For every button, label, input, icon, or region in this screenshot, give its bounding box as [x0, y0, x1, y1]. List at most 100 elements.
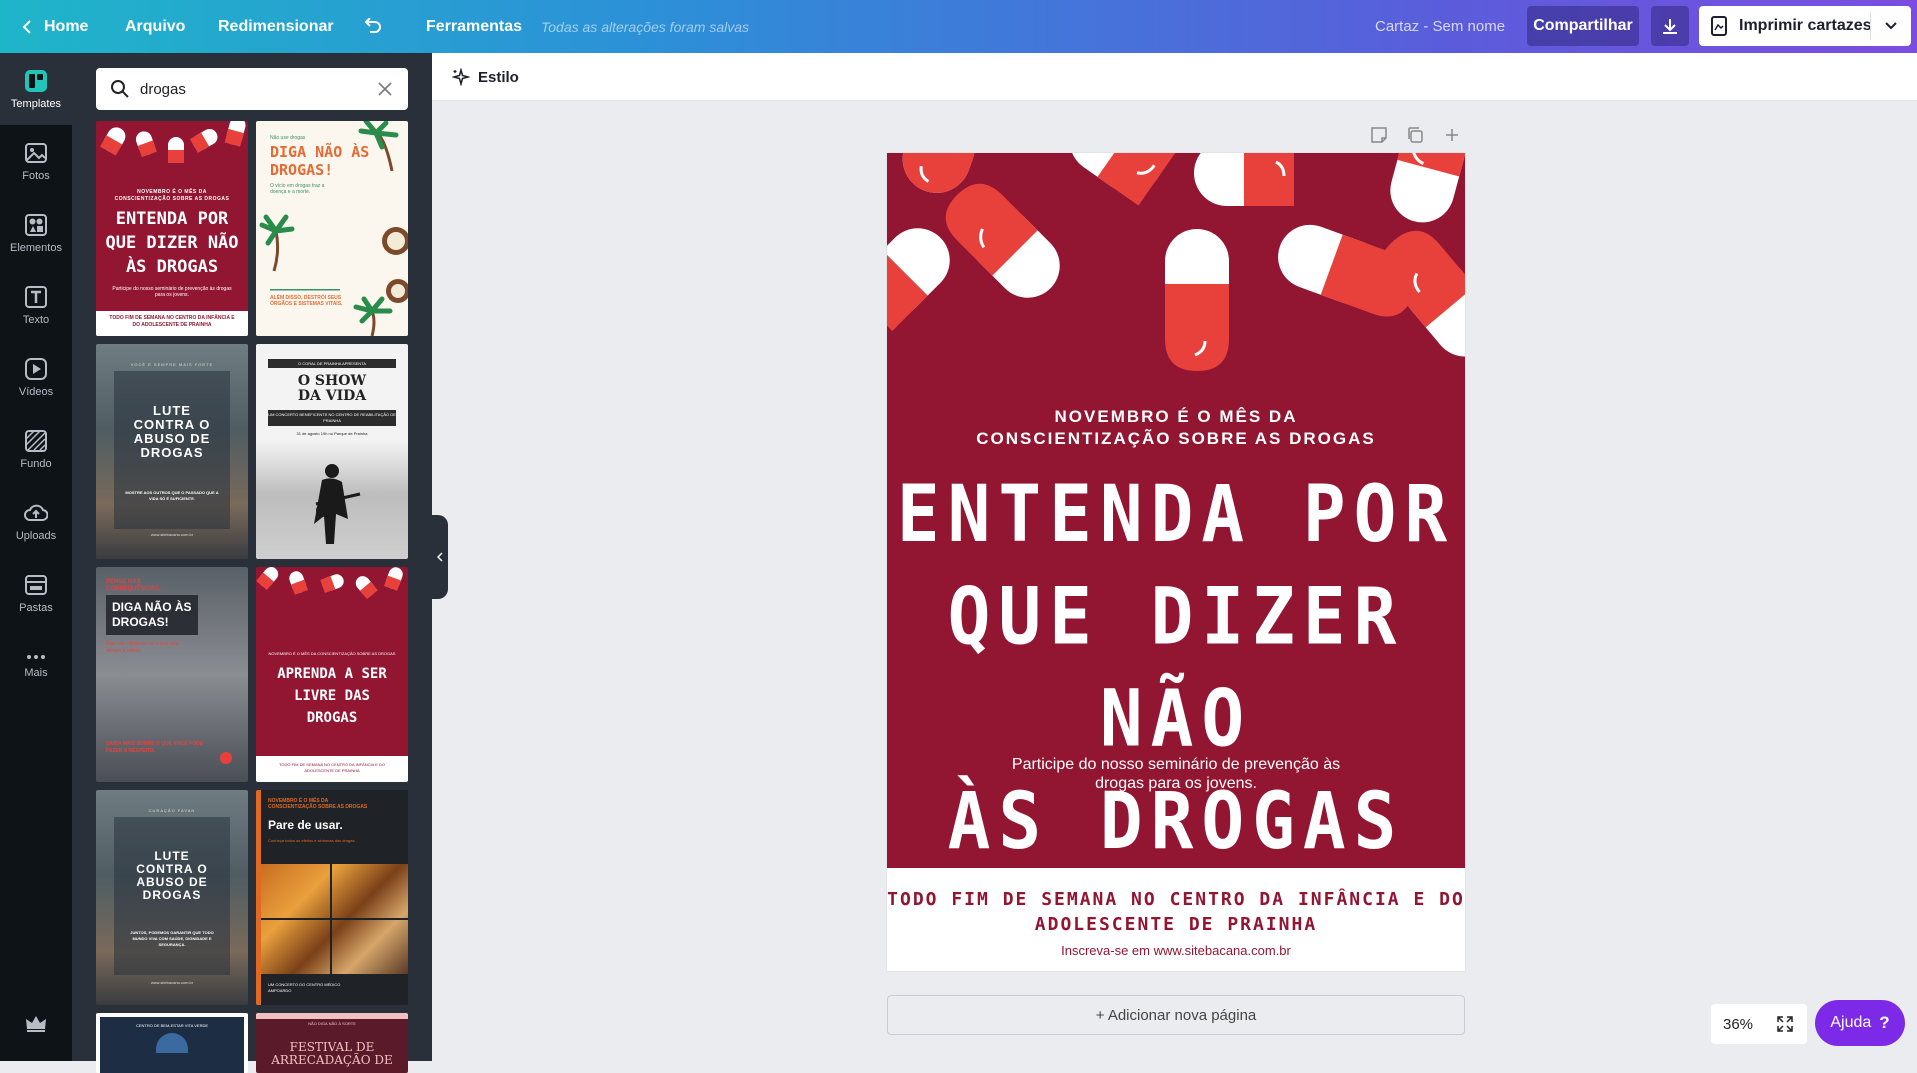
poster-title-line: QUE DIZER NÃO: [947, 570, 1405, 765]
template-thumb[interactable]: PENSE NAS CONSEQUÊNCIAS. DIGA NÃO ÀS DROGA…: [96, 567, 248, 782]
undo-button[interactable]: [362, 0, 382, 53]
style-label: Estilo: [478, 68, 519, 86]
template-thumb[interactable]: Não use drogas DIGA NÃO ÀS DROGAS! O víci…: [256, 121, 408, 336]
chevron-left-icon: [437, 552, 443, 562]
clear-search-icon[interactable]: [378, 82, 392, 96]
background-icon: [25, 429, 47, 452]
search-icon: [111, 80, 129, 98]
thumb-footer: www.sitebacana.com.br: [150, 980, 194, 985]
rail-photos[interactable]: Fotos: [0, 125, 72, 197]
crown-icon: [26, 1016, 46, 1032]
rail-label: Pastas: [19, 601, 53, 614]
template-thumb[interactable]: NOVEMBRO É O MÊS DA CONSCIENTIZAÇÃO SOBRE…: [256, 790, 408, 1005]
add-page-button[interactable]: + Adicionar nova página: [887, 995, 1465, 1035]
rail-folders[interactable]: Pastas: [0, 557, 72, 629]
add-icon[interactable]: [1444, 127, 1460, 143]
thumb-subtitle: NOVEMBRO É O MÊS DA CONSCIENTIZAÇÃO SOBRE…: [114, 189, 230, 202]
thumb-title: LUTE CONTRA O ABUSO DE DROGAS: [136, 849, 208, 902]
poster-top-section: NOVEMBRO É O MÊS DA CONSCIENTIZAÇÃO SOBR…: [887, 153, 1465, 868]
thumb-footer: TODO FIM DE SEMANA NO CENTRO DA INFÂNCIA…: [279, 762, 385, 773]
more-icon: [27, 654, 45, 659]
poster-subtitle[interactable]: NOVEMBRO É O MÊS DA CONSCIENTIZAÇÃO SOBR…: [887, 406, 1465, 450]
rail-label: Fundo: [20, 457, 52, 470]
side-rail: Templates Fotos Elementos Texto Vídeos F…: [0, 53, 72, 1061]
template-thumb[interactable]: NÃO DIGA NÃO À SORTE FESTIVAL DE ARRECADA…: [256, 1013, 408, 1073]
premium-crown[interactable]: [24, 1014, 48, 1039]
note-icon[interactable]: [1370, 126, 1388, 144]
document-title[interactable]: Cartaz - Sem nome: [1375, 0, 1505, 53]
template-thumb[interactable]: CURAÇÃO FAVAN LUTE CONTRA O ABUSO DE DROGAS…: [96, 790, 248, 1005]
print-divider: [1870, 12, 1871, 40]
template-thumb[interactable]: O CORAL DE PRAINHA APRESENTA O SHOW DA VI…: [256, 344, 408, 559]
editor-toolbar: Estilo: [432, 53, 1917, 101]
thumb-title: APRENDA A SER LIVRE DAS DROGAS: [277, 666, 387, 726]
thumb-subtitle: NÃO DIGA NÃO À SORTE: [308, 1021, 356, 1026]
pills-decoration: [256, 567, 403, 600]
download-button[interactable]: [1651, 6, 1689, 46]
thumb-accent-bar: [256, 980, 261, 1005]
poster-subtitle-line: CONSCIENTIZAÇÃO SOBRE AS DROGAS: [976, 429, 1376, 448]
poster-description-line: Participe do nosso seminário de prevençã…: [1011, 756, 1341, 773]
search-input[interactable]: drogas: [140, 81, 186, 98]
template-thumb[interactable]: CENTRO DE BEM-ESTAR VITA VERDE: [96, 1013, 248, 1073]
text-icon: [25, 285, 47, 308]
rail-label: Vídeos: [18, 385, 54, 398]
templates-icon: [25, 69, 47, 92]
duplicate-page-icon[interactable]: [1406, 126, 1424, 144]
rail-uploads[interactable]: Uploads: [0, 485, 72, 557]
rail-more[interactable]: Mais: [0, 629, 72, 701]
page-tools: [1366, 124, 1466, 146]
home-button[interactable]: Home: [22, 0, 88, 53]
thumb-title: DIGA NÃO ÀS DROGAS!: [106, 595, 198, 635]
thumb-footer: UM CONCERTO DO CENTRO MÉDICO AMPOARDO: [268, 982, 341, 993]
chevron-down-icon[interactable]: [1885, 22, 1897, 30]
rail-label: Templates: [10, 97, 62, 110]
thumb-subtitle: PENSE NAS CONSEQUÊNCIAS.: [106, 579, 161, 592]
poster-description[interactable]: Participe do nosso seminário de prevençã…: [887, 755, 1465, 793]
template-thumb[interactable]: VOCÊ É SEMPRE MAIS FORTE LUTE CONTRA O ABU…: [96, 344, 248, 559]
zoom-level: 36%: [1723, 1015, 1754, 1033]
thumb-subtitle: NOVEMBRO É O MÊS DA CONSCIENTIZAÇÃO SOBR…: [268, 651, 396, 656]
thumb-subtitle: NOVEMBRO É O MÊS DA CONSCIENTIZAÇÃO SOBRE…: [268, 798, 368, 810]
thumb-title: ENTENDA POR QUE DIZER NÃO ÀS DROGAS: [105, 209, 239, 277]
tools-menu[interactable]: Ferramentas: [426, 0, 522, 53]
elements-icon: [25, 213, 47, 236]
poster-footer[interactable]: TODO FIM DE SEMANA NO CENTRO DA INFÂNCIA…: [887, 887, 1465, 937]
guitarist-silhouette: [314, 464, 361, 544]
template-thumb[interactable]: NOVEMBRO É O MÊS DA CONSCIENTIZAÇÃO SOBRE…: [96, 121, 248, 336]
rail-videos[interactable]: Vídeos: [0, 341, 72, 413]
zoom-control[interactable]: 36%: [1711, 1004, 1807, 1044]
rail-elements[interactable]: Elementos: [0, 197, 72, 269]
rail-templates[interactable]: Templates: [0, 53, 72, 125]
print-label: Imprimir cartazes: [1739, 17, 1872, 34]
home-label: Home: [44, 17, 89, 35]
rail-label: Mais: [24, 666, 48, 679]
thumb-title: FESTIVAL DE ARRECADAÇÃO DE: [271, 1040, 393, 1067]
collapse-panel-button[interactable]: [432, 515, 448, 599]
rail-label: Uploads: [15, 529, 57, 542]
thumb-photo-divider: [261, 918, 408, 920]
rail-background[interactable]: Fundo: [0, 413, 72, 485]
file-menu[interactable]: Arquivo: [125, 0, 185, 53]
print-button[interactable]: Imprimir cartazes: [1699, 6, 1911, 46]
help-button[interactable]: Ajuda ?: [1815, 1000, 1905, 1046]
photos-icon: [25, 142, 47, 163]
poster-url[interactable]: Inscreva-se em www.sitebacana.com.br: [887, 943, 1465, 958]
fullscreen-icon[interactable]: [1777, 1016, 1793, 1032]
share-button[interactable]: Compartilhar: [1527, 6, 1639, 46]
top-bar: Home Arquivo Redimensionar Ferramentas T…: [0, 0, 1917, 53]
thumb-accent-bar: [256, 1013, 408, 1019]
rail-text[interactable]: Texto: [0, 269, 72, 341]
resize-menu[interactable]: Redimensionar: [218, 0, 334, 53]
video-icon: [25, 357, 47, 380]
rail-label: Texto: [22, 313, 50, 326]
template-thumb[interactable]: NOVEMBRO É O MÊS DA CONSCIENTIZAÇÃO SOBR…: [256, 567, 408, 782]
poster-title[interactable]: ENTENDA POR QUE DIZER NÃO ÀS DROGAS: [887, 463, 1465, 868]
pills-decoration: [100, 121, 246, 163]
search-bar[interactable]: drogas: [96, 68, 408, 110]
chevron-left-icon: [22, 19, 31, 34]
pills-decoration: [887, 153, 1465, 371]
style-button[interactable]: Estilo: [452, 53, 519, 101]
poster-canvas[interactable]: NOVEMBRO É O MÊS DA CONSCIENTIZAÇÃO SOBR…: [887, 153, 1465, 971]
thumb-body: Elas não oferecem só a sua vida, afetam …: [106, 641, 180, 654]
